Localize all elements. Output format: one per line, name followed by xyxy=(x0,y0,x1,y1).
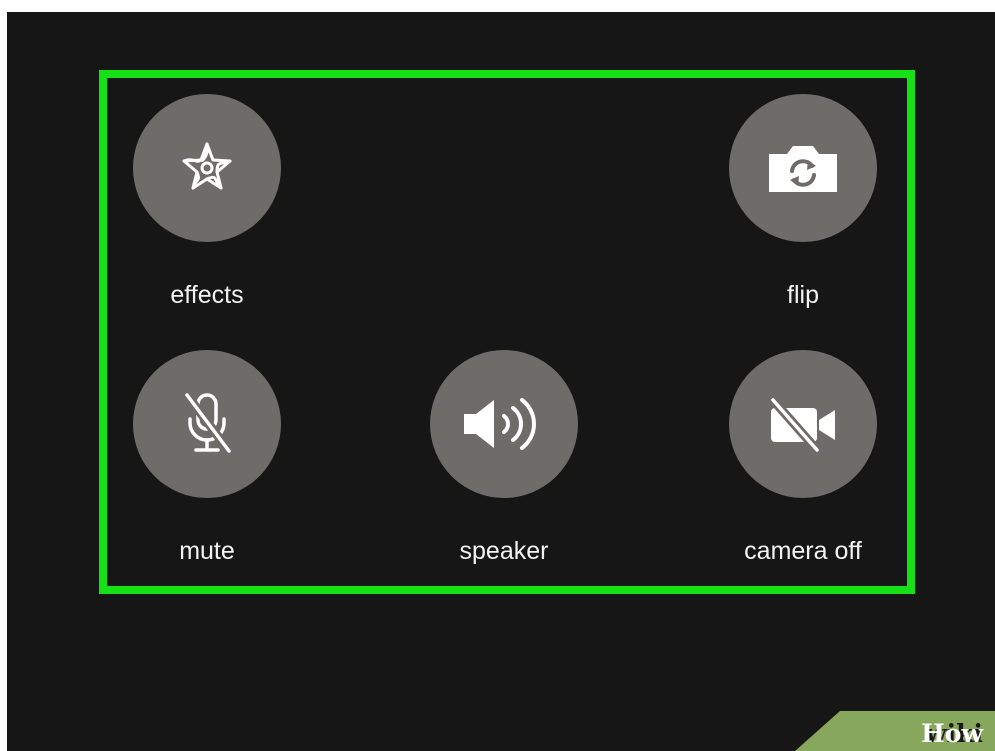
facetime-call-controls-screen: effects flip mute speaker camera off wik… xyxy=(7,12,995,751)
camera-off-button[interactable] xyxy=(729,350,877,498)
flip-button[interactable] xyxy=(729,94,877,242)
speaker-label: speaker xyxy=(459,537,549,565)
microphone-muted-icon xyxy=(182,390,234,456)
mute-label: mute xyxy=(179,537,235,565)
camera-flip-icon xyxy=(769,146,837,192)
effects-label: effects xyxy=(170,281,244,309)
video-camera-off-icon xyxy=(768,395,835,454)
wikihow-watermark: wiki How xyxy=(795,711,995,751)
effects-button[interactable] xyxy=(133,94,281,242)
effects-star-icon xyxy=(182,142,232,190)
camera-off-label: camera off xyxy=(744,537,862,565)
flip-label: flip xyxy=(787,281,819,309)
effects-control[interactable]: effects xyxy=(122,94,292,309)
flip-control[interactable]: flip xyxy=(718,94,888,309)
speaker-volume-icon xyxy=(464,398,536,450)
mute-control[interactable]: mute xyxy=(122,350,292,565)
speaker-button[interactable] xyxy=(430,350,578,498)
camera-off-control[interactable]: camera off xyxy=(718,350,888,565)
speaker-control[interactable]: speaker xyxy=(419,350,589,565)
mute-button[interactable] xyxy=(133,350,281,498)
